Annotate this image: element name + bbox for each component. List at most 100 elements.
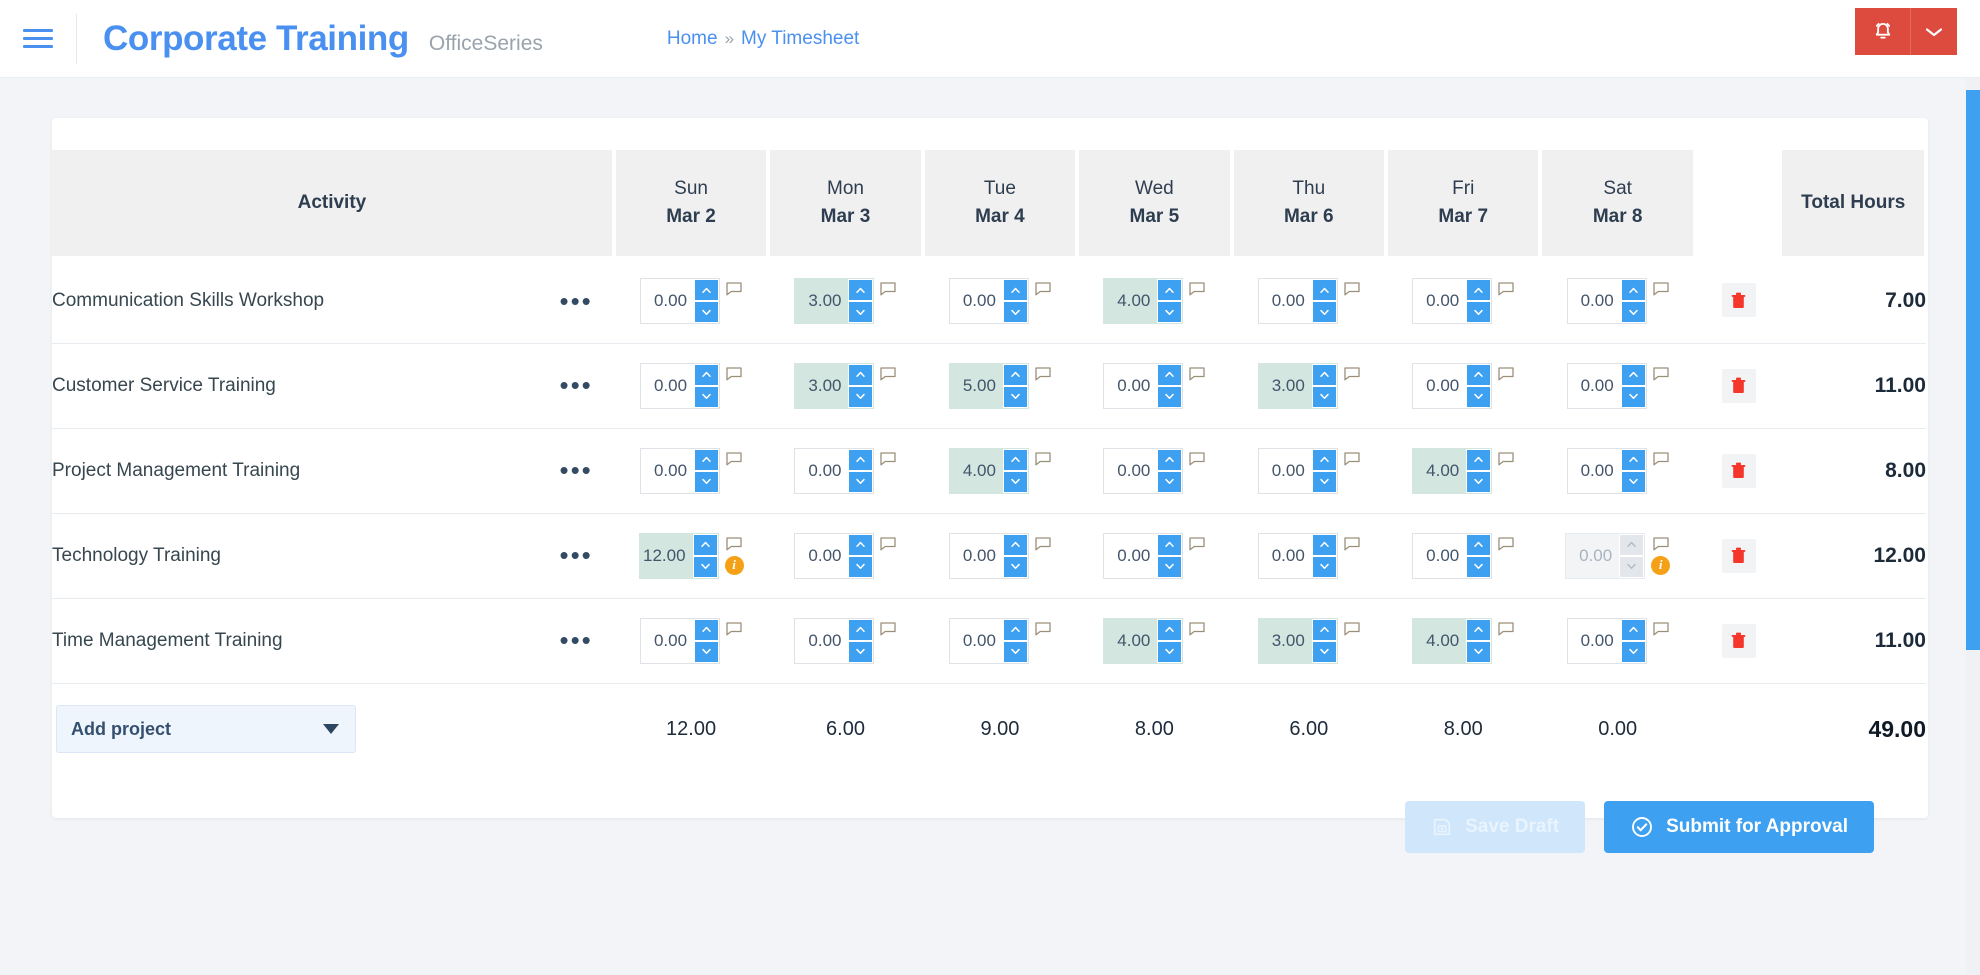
delete-row-button[interactable] bbox=[1722, 624, 1756, 658]
stepper-increment-button[interactable] bbox=[1003, 619, 1028, 641]
stepper-decrement-button[interactable] bbox=[848, 471, 873, 493]
vertical-scrollbar-thumb[interactable] bbox=[1966, 90, 1980, 650]
hours-input[interactable]: 4.00 bbox=[1104, 279, 1157, 323]
comment-icon[interactable] bbox=[1653, 537, 1669, 551]
stepper-decrement-button[interactable] bbox=[1003, 471, 1028, 493]
hours-stepper[interactable]: 0.00 bbox=[1565, 533, 1645, 579]
hours-input[interactable]: 3.00 bbox=[1259, 619, 1312, 663]
hours-input[interactable]: 0.00 bbox=[1413, 534, 1466, 578]
hours-input[interactable]: 0.00 bbox=[1568, 279, 1621, 323]
comment-icon[interactable] bbox=[1035, 452, 1051, 466]
stepper-increment-button[interactable] bbox=[1157, 534, 1182, 556]
hours-input[interactable]: 0.00 bbox=[795, 619, 848, 663]
stepper-decrement-button[interactable] bbox=[1621, 386, 1646, 408]
hours-stepper[interactable]: 4.00 bbox=[949, 448, 1029, 494]
stepper-increment-button[interactable] bbox=[1621, 449, 1646, 471]
stepper-decrement-button[interactable] bbox=[1466, 641, 1491, 663]
hours-input[interactable]: 0.00 bbox=[1566, 534, 1619, 578]
row-menu-button[interactable]: ••• bbox=[538, 258, 613, 343]
info-icon[interactable]: i bbox=[1651, 556, 1670, 575]
hours-input[interactable]: 12.00 bbox=[640, 534, 693, 578]
hours-stepper[interactable]: 0.00 bbox=[1103, 533, 1183, 579]
comment-icon[interactable] bbox=[1189, 282, 1205, 296]
stepper-increment-button[interactable] bbox=[693, 534, 718, 556]
hours-input[interactable]: 4.00 bbox=[1413, 449, 1466, 493]
hours-input[interactable]: 0.00 bbox=[795, 449, 848, 493]
hours-input[interactable]: 0.00 bbox=[1568, 449, 1621, 493]
stepper-increment-button[interactable] bbox=[1312, 449, 1337, 471]
stepper-increment-button[interactable] bbox=[694, 619, 719, 641]
comment-icon[interactable] bbox=[1189, 452, 1205, 466]
comment-icon[interactable] bbox=[1498, 622, 1514, 636]
comment-icon[interactable] bbox=[1035, 282, 1051, 296]
hours-stepper[interactable]: 12.00 bbox=[639, 533, 719, 579]
stepper-increment-button[interactable] bbox=[1312, 619, 1337, 641]
stepper-decrement-button[interactable] bbox=[694, 386, 719, 408]
stepper-decrement-button[interactable] bbox=[1312, 556, 1337, 578]
hours-stepper[interactable]: 0.00 bbox=[1412, 533, 1492, 579]
hours-input[interactable]: 0.00 bbox=[1259, 534, 1312, 578]
hours-stepper[interactable]: 0.00 bbox=[794, 533, 874, 579]
stepper-decrement-button[interactable] bbox=[1157, 386, 1182, 408]
hours-stepper[interactable]: 0.00 bbox=[640, 278, 720, 324]
stepper-increment-button[interactable] bbox=[1466, 619, 1491, 641]
hours-stepper[interactable]: 4.00 bbox=[1103, 618, 1183, 664]
delete-row-button[interactable] bbox=[1722, 539, 1756, 573]
row-menu-button[interactable]: ••• bbox=[538, 513, 613, 598]
breadcrumb-home[interactable]: Home bbox=[667, 28, 718, 50]
hours-stepper[interactable]: 4.00 bbox=[1103, 278, 1183, 324]
stepper-increment-button[interactable] bbox=[1157, 619, 1182, 641]
comment-icon[interactable] bbox=[726, 367, 742, 381]
hours-stepper[interactable]: 0.00 bbox=[949, 533, 1029, 579]
hours-input[interactable]: 0.00 bbox=[641, 364, 694, 408]
hours-input[interactable]: 0.00 bbox=[1104, 534, 1157, 578]
stepper-decrement-button[interactable] bbox=[1619, 556, 1644, 578]
hours-stepper[interactable]: 0.00 bbox=[1258, 278, 1338, 324]
stepper-increment-button[interactable] bbox=[1312, 534, 1337, 556]
stepper-decrement-button[interactable] bbox=[1466, 556, 1491, 578]
hours-stepper[interactable]: 3.00 bbox=[1258, 618, 1338, 664]
hours-stepper[interactable]: 0.00 bbox=[949, 618, 1029, 664]
add-project-dropdown[interactable]: Add project bbox=[56, 705, 356, 753]
comment-icon[interactable] bbox=[1653, 367, 1669, 381]
stepper-decrement-button[interactable] bbox=[1157, 301, 1182, 323]
hours-stepper[interactable]: 0.00 bbox=[1412, 278, 1492, 324]
stepper-increment-button[interactable] bbox=[1157, 364, 1182, 386]
comment-icon[interactable] bbox=[1344, 452, 1360, 466]
hours-input[interactable]: 3.00 bbox=[795, 364, 848, 408]
stepper-decrement-button[interactable] bbox=[848, 641, 873, 663]
comment-icon[interactable] bbox=[1653, 282, 1669, 296]
stepper-increment-button[interactable] bbox=[1621, 279, 1646, 301]
stepper-decrement-button[interactable] bbox=[1466, 386, 1491, 408]
hours-input[interactable]: 0.00 bbox=[1259, 279, 1312, 323]
hours-input[interactable]: 3.00 bbox=[795, 279, 848, 323]
stepper-increment-button[interactable] bbox=[1157, 279, 1182, 301]
hours-input[interactable]: 0.00 bbox=[1413, 364, 1466, 408]
hours-stepper[interactable]: 0.00 bbox=[794, 448, 874, 494]
stepper-decrement-button[interactable] bbox=[848, 386, 873, 408]
stepper-increment-button[interactable] bbox=[1312, 364, 1337, 386]
stepper-decrement-button[interactable] bbox=[1312, 471, 1337, 493]
hours-stepper[interactable]: 0.00 bbox=[1412, 363, 1492, 409]
comment-icon[interactable] bbox=[1498, 537, 1514, 551]
comment-icon[interactable] bbox=[880, 622, 896, 636]
hours-input[interactable]: 4.00 bbox=[950, 449, 1003, 493]
hours-stepper[interactable]: 0.00 bbox=[1103, 363, 1183, 409]
hours-stepper[interactable]: 0.00 bbox=[1567, 363, 1647, 409]
hours-stepper[interactable]: 0.00 bbox=[1103, 448, 1183, 494]
stepper-decrement-button[interactable] bbox=[1003, 301, 1028, 323]
stepper-increment-button[interactable] bbox=[1466, 364, 1491, 386]
stepper-increment-button[interactable] bbox=[1621, 364, 1646, 386]
stepper-decrement-button[interactable] bbox=[1003, 556, 1028, 578]
submit-for-approval-button[interactable]: Submit for Approval bbox=[1604, 801, 1874, 853]
comment-icon[interactable] bbox=[1189, 622, 1205, 636]
hours-stepper[interactable]: 0.00 bbox=[1567, 448, 1647, 494]
comment-icon[interactable] bbox=[1653, 452, 1669, 466]
stepper-decrement-button[interactable] bbox=[1312, 641, 1337, 663]
comment-icon[interactable] bbox=[1344, 622, 1360, 636]
comment-icon[interactable] bbox=[880, 282, 896, 296]
comment-icon[interactable] bbox=[726, 282, 742, 296]
row-menu-button[interactable]: ••• bbox=[538, 428, 613, 513]
comment-icon[interactable] bbox=[726, 537, 742, 551]
hours-stepper[interactable]: 0.00 bbox=[640, 618, 720, 664]
